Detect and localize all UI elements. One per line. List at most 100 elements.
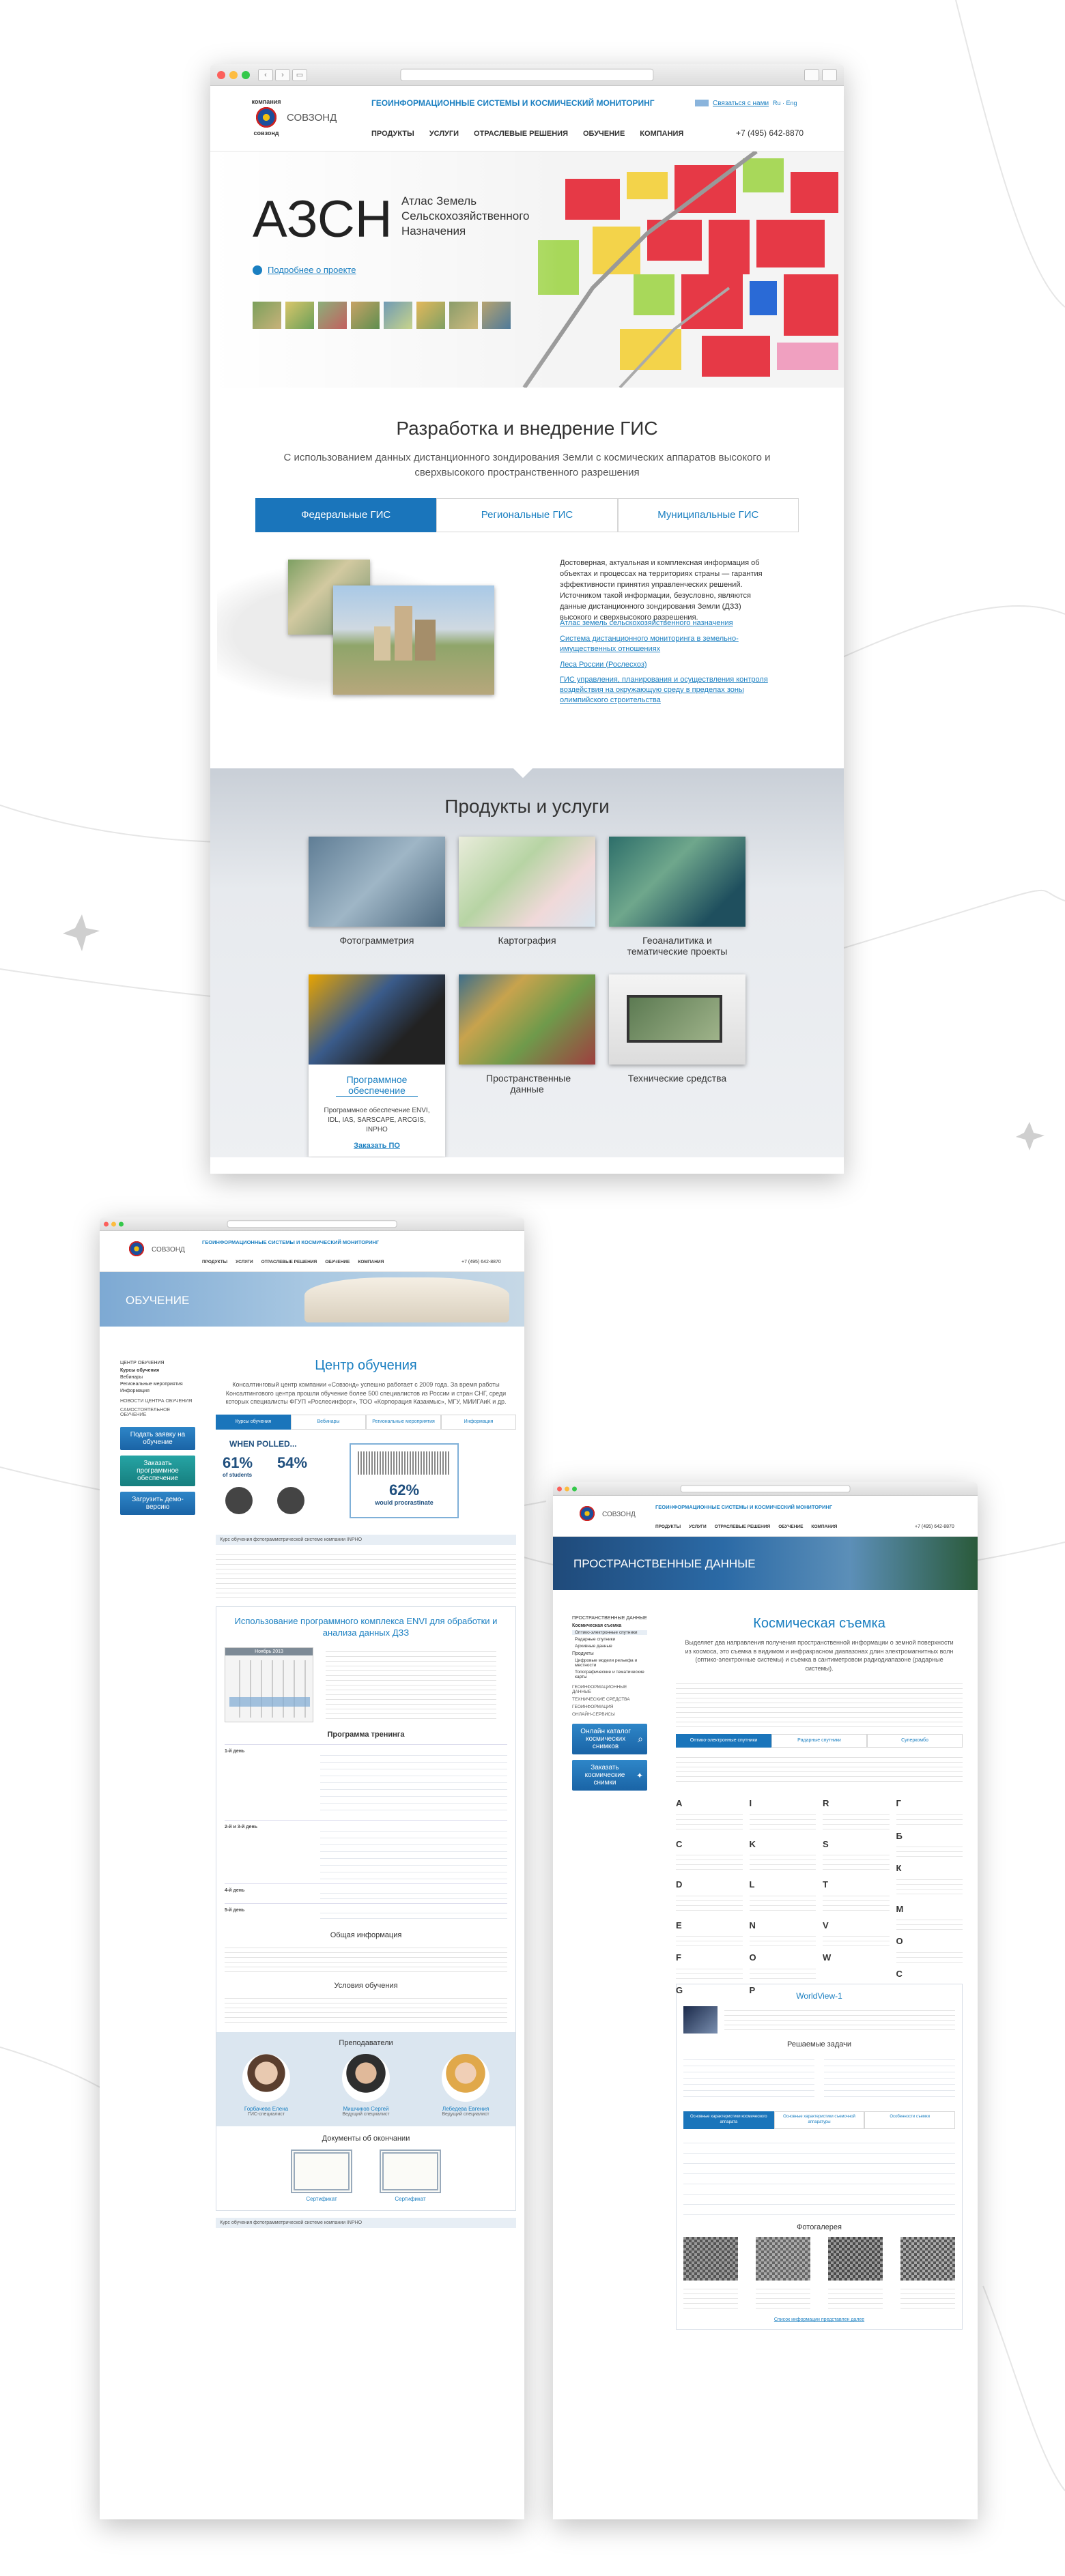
apply-training-button[interactable]: Подать заявку на обучение — [120, 1427, 195, 1450]
tab-info[interactable]: Информация — [441, 1414, 516, 1430]
nav-products[interactable]: ПРОДУКТЫ — [371, 130, 414, 138]
gis-link[interactable]: Система дистанционного мониторинга в зем… — [560, 634, 771, 654]
nav-services[interactable]: УСЛУГИ — [429, 130, 459, 138]
nav-company[interactable]: КОМПАНИЯ — [358, 1260, 384, 1264]
side-item[interactable]: ПРОСТРАНСТВЕННЫЕ ДАННЫЕ — [572, 1616, 647, 1621]
index-letter[interactable]: Г — [896, 1797, 963, 1810]
side-item[interactable]: НОВОСТИ ЦЕНТРА ОБУЧЕНИЯ — [120, 1399, 195, 1404]
side-item[interactable]: Информация — [120, 1389, 195, 1393]
certificate-card[interactable]: Сертификат — [291, 2149, 352, 2202]
product-card-software[interactable]: Программное обеспечение Программное обес… — [309, 974, 445, 1157]
footer-link[interactable]: Курс обучения фотограмметрической систем… — [216, 2217, 516, 2228]
index-letter[interactable]: R — [823, 1797, 890, 1810]
order-software-button[interactable]: Заказать программное обеспечение — [120, 1456, 195, 1486]
index-letter[interactable]: N — [750, 1919, 816, 1933]
side-item[interactable]: Продукты — [572, 1651, 647, 1656]
nav-products[interactable]: ПРОДУКТЫ — [202, 1260, 227, 1264]
nav-services[interactable]: УСЛУГИ — [689, 1524, 707, 1529]
nav-training[interactable]: ОБУЧЕНИЕ — [778, 1524, 803, 1529]
index-letter[interactable]: I — [750, 1797, 816, 1810]
tab-regional[interactable]: Региональные мероприятия — [366, 1414, 441, 1430]
contact-link[interactable]: Связаться с нами — [713, 100, 769, 107]
side-item[interactable]: САМОСТОЯТЕЛЬНОЕ ОБУЧЕНИЕ — [120, 1408, 195, 1417]
online-catalog-button[interactable]: Онлайн каталог космических снимков ⌕ — [572, 1724, 647, 1754]
window-controls[interactable] — [217, 70, 250, 79]
gallery-image[interactable] — [683, 2237, 738, 2281]
side-item[interactable]: Радарные спутники — [572, 1637, 647, 1642]
hero-thumb[interactable] — [318, 302, 347, 329]
index-letter[interactable]: W — [823, 1951, 890, 1965]
side-item[interactable]: Курсы обучения — [120, 1368, 195, 1373]
address-bar[interactable] — [227, 1219, 397, 1228]
side-item[interactable]: Топографические и тематические карты — [572, 1670, 647, 1679]
index-letter[interactable]: С — [896, 1967, 963, 1981]
nav-training[interactable]: ОБУЧЕНИЕ — [583, 130, 625, 138]
address-bar[interactable] — [680, 1484, 851, 1493]
hero-thumb[interactable] — [253, 302, 281, 329]
index-letter[interactable]: L — [750, 1878, 816, 1892]
side-item[interactable]: ЦЕНТР ОБУЧЕНИЯ — [120, 1361, 195, 1365]
index-letter[interactable]: К — [896, 1862, 963, 1875]
logo-emblem[interactable] — [576, 1505, 598, 1522]
gis-link[interactable]: ГИС управления, планирования и осуществл… — [560, 675, 771, 706]
gallery-image[interactable] — [756, 2237, 810, 2281]
hero-more[interactable]: Подробнее о проекте — [253, 265, 356, 275]
side-item[interactable]: Архивные данные — [572, 1644, 647, 1649]
side-item[interactable]: ТЕХНИЧЕСКИЕ СРЕДСТВА — [572, 1697, 647, 1702]
gallery-image[interactable] — [900, 2237, 955, 2281]
side-item[interactable]: Вебинары — [120, 1375, 195, 1380]
tab-spacecraft[interactable]: Основные характеристики космического апп… — [683, 2111, 774, 2130]
nav-services[interactable]: УСЛУГИ — [236, 1260, 253, 1264]
order-software-link[interactable]: Заказать ПО — [309, 1142, 445, 1150]
share-icon[interactable] — [804, 68, 819, 81]
hero-thumb[interactable] — [285, 302, 314, 329]
tab-federal[interactable]: Федеральные ГИС — [255, 498, 437, 532]
index-letter[interactable]: O — [750, 1951, 816, 1965]
nav-products[interactable]: ПРОДУКТЫ — [655, 1524, 681, 1529]
lang-ru[interactable]: Ru — [773, 100, 781, 106]
hero-thumb[interactable] — [482, 302, 511, 329]
hero-thumb[interactable] — [416, 302, 445, 329]
order-images-button[interactable]: Заказать космические снимки ✦ — [572, 1760, 647, 1791]
footer-link[interactable]: Список информации представлен далее — [683, 2317, 955, 2322]
tab-supercombo[interactable]: Суперкомбо — [867, 1734, 963, 1748]
certificate-card[interactable]: Сертификат — [380, 2149, 441, 2202]
teacher-card[interactable]: Лебедева Евгения Ведущий специалист — [428, 2053, 503, 2117]
product-card[interactable]: Пространственные данные — [459, 974, 595, 1095]
tab-optical[interactable]: Оптико-электронные спутники — [676, 1734, 771, 1748]
tab-webinars[interactable]: Вебинары — [291, 1414, 366, 1430]
envi-title[interactable]: Использование программного комплекса ENV… — [225, 1615, 507, 1639]
nav-company[interactable]: КОМПАНИЯ — [640, 130, 683, 138]
tab-courses[interactable]: Курсы обучения — [216, 1414, 291, 1430]
sidebar-icon[interactable]: ▭ — [292, 68, 307, 81]
tab-radar[interactable]: Радарные спутники — [771, 1734, 867, 1748]
product-card[interactable]: Технические средства — [609, 974, 746, 1084]
hero-thumb[interactable] — [449, 302, 478, 329]
product-card[interactable]: Картография — [459, 837, 595, 946]
tab-municipal[interactable]: Муниципальные ГИС — [617, 498, 799, 532]
download-demo-button[interactable]: Загрузить демо-версию — [120, 1492, 195, 1515]
tab-sensor[interactable]: Основные характеристики съемочной аппара… — [773, 2111, 865, 2130]
gis-link[interactable]: Атлас земель сельскохозяйственного назна… — [560, 618, 771, 628]
index-letter[interactable]: M — [896, 1902, 963, 1916]
gallery-image[interactable] — [828, 2237, 883, 2281]
index-letter[interactable]: D — [676, 1878, 743, 1892]
product-card[interactable]: Фотограмметрия — [309, 837, 445, 946]
index-letter[interactable]: T — [823, 1878, 890, 1892]
index-letter[interactable]: S — [823, 1838, 890, 1851]
tab-regional[interactable]: Региональные ГИС — [436, 498, 618, 532]
hero-thumb[interactable] — [351, 302, 380, 329]
tab-features[interactable]: Особенности съемки — [864, 2111, 956, 2130]
tabs-icon[interactable] — [822, 68, 837, 81]
nav-company[interactable]: КОМПАНИЯ — [811, 1524, 837, 1529]
index-letter[interactable]: E — [676, 1919, 743, 1933]
teacher-card[interactable]: Горбачева Елена ГИС-специалист — [229, 2053, 304, 2117]
side-item[interactable]: Региональные мероприятия — [120, 1382, 195, 1387]
logo-emblem[interactable] — [126, 1241, 147, 1257]
index-letter[interactable]: О — [896, 1935, 963, 1948]
index-letter[interactable]: G — [676, 1984, 743, 1997]
side-item[interactable]: Цифровые модели рельефа и местности — [572, 1658, 647, 1668]
teacher-card[interactable]: Мишчиков Сергей Ведущий специалист — [328, 2053, 403, 2117]
index-letter[interactable]: F — [676, 1951, 743, 1965]
nav-solutions[interactable]: ОТРАСЛЕВЫЕ РЕШЕНИЯ — [715, 1524, 771, 1529]
